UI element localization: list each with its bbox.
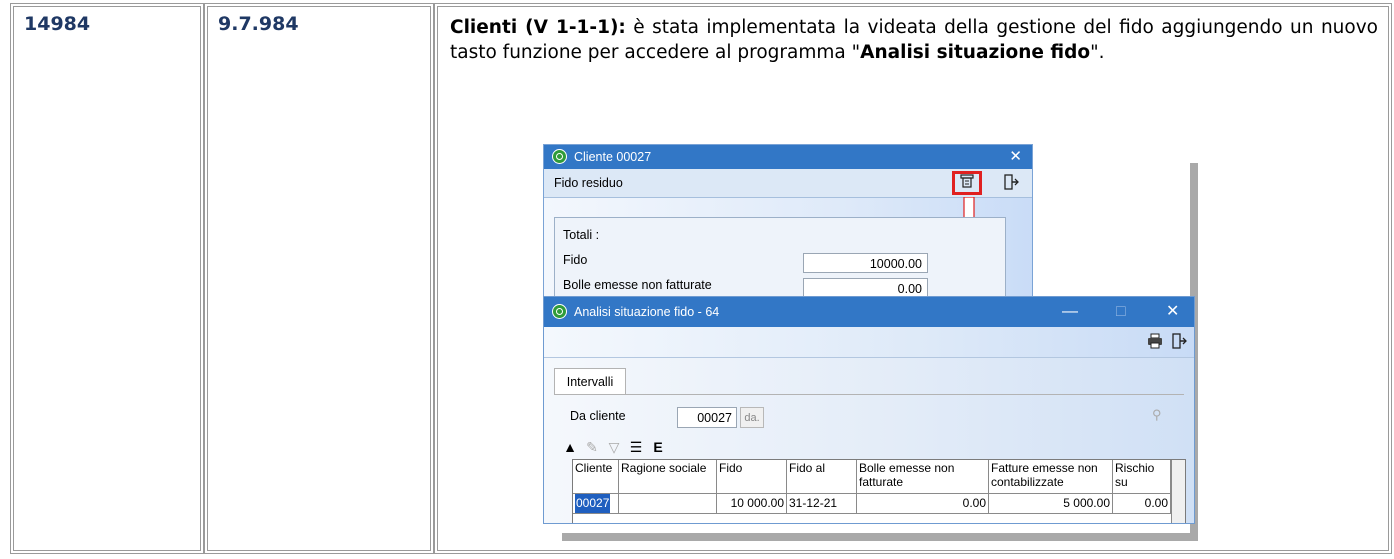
fido-grid: Cliente Ragione sociale Fido Fido al Bol… [572,459,1186,523]
fido-al-cell[interactable]: 31-12-21 [787,494,857,514]
description-program-name: Analisi situazione fido [860,42,1091,63]
fido-cell[interactable]: 10 000.00 [717,494,787,514]
analisi-window-titlebar: Analisi situazione fido - 64 — □ ✕ [544,297,1194,327]
description-text: Clienti (V 1-1-1): è stata implementata … [450,15,1378,65]
code-cell: 14984 [10,3,204,554]
da-button[interactable]: da. [740,407,764,428]
close-icon[interactable]: ✕ [1009,145,1022,169]
cliente-window-title: Cliente 00027 [574,150,652,164]
grid-scrollbar[interactable] [1171,460,1185,523]
rischio-cell[interactable]: 0.00 [1113,494,1171,514]
analisi-window-title: Analisi situazione fido - 64 [574,305,720,319]
ragione-sociale-cell[interactable] [619,494,717,514]
da-cliente-field[interactable]: 00027 [677,407,737,428]
bolle-field[interactable]: 0.00 [803,278,928,298]
description-end: ". [1090,42,1105,63]
column-header[interactable]: Bolle emesse non fatturate [857,460,989,494]
filter-icon[interactable]: ▽ [604,437,624,457]
column-header[interactable]: Fatture emesse non contabilizzate [989,460,1113,494]
app-logo-icon [552,304,567,319]
analisi-body: Intervalli Da cliente 00027 da. ⚲ ▲ ✎ ▽ … [544,358,1194,523]
edit-icon[interactable]: ✎ [582,437,602,457]
highlight-box [952,171,982,195]
minimize-button[interactable]: — [1062,297,1078,327]
bolle-cell[interactable]: 0.00 [857,494,989,514]
column-header[interactable]: Ragione sociale [619,460,717,494]
fido-label: Fido [563,253,588,267]
print-icon[interactable] [1146,333,1164,351]
fido-field[interactable]: 10000.00 [803,253,928,273]
export-icon[interactable]: E [648,437,668,457]
fido-residuo-label: Fido residuo [554,176,623,190]
column-header[interactable]: Rischio su [1113,460,1171,494]
cliente-window-titlebar: Cliente 00027 ✕ [544,145,1032,169]
fatture-cell[interactable]: 5 000.00 [989,494,1113,514]
version-cell: 9.7.984 [204,3,434,554]
scroll-up-icon[interactable]: ▲ [560,437,580,457]
tab-intervalli[interactable]: Intervalli [554,368,626,395]
exit-door-icon[interactable] [1002,174,1020,192]
cliente-cell[interactable]: 00027 [573,494,619,514]
screenshot-shadow-bottom [562,533,1198,541]
close-button[interactable]: ✕ [1166,297,1179,327]
app-logo-icon [552,149,567,164]
da-cliente-label: Da cliente [570,409,626,423]
change-code: 14984 [24,13,91,35]
column-header[interactable]: Fido [717,460,787,494]
cliente-window: Cliente 00027 ✕ Fido residuo Totali : Fi… [543,144,1033,319]
exit-door-icon[interactable] [1170,333,1188,351]
run-search-icon[interactable]: ⚲ [1152,407,1174,427]
maximize-button[interactable]: □ [1116,297,1126,327]
bolle-label: Bolle emesse non fatturate [563,278,712,292]
description-title: Clienti (V 1-1-1): [450,17,626,38]
analisi-toolbar [544,327,1194,358]
intervalli-panel: Da cliente 00027 da. ⚲ ▲ ✎ ▽ ☰ E Cliente… [554,394,1186,523]
columns-icon[interactable]: ☰ [626,437,646,457]
totals-label: Totali : [563,228,600,242]
column-header[interactable]: Fido al [787,460,857,494]
analisi-window: Analisi situazione fido - 64 — □ ✕ Inter… [543,296,1195,524]
version-number: 9.7.984 [218,13,299,35]
column-header[interactable]: Cliente [573,460,619,494]
